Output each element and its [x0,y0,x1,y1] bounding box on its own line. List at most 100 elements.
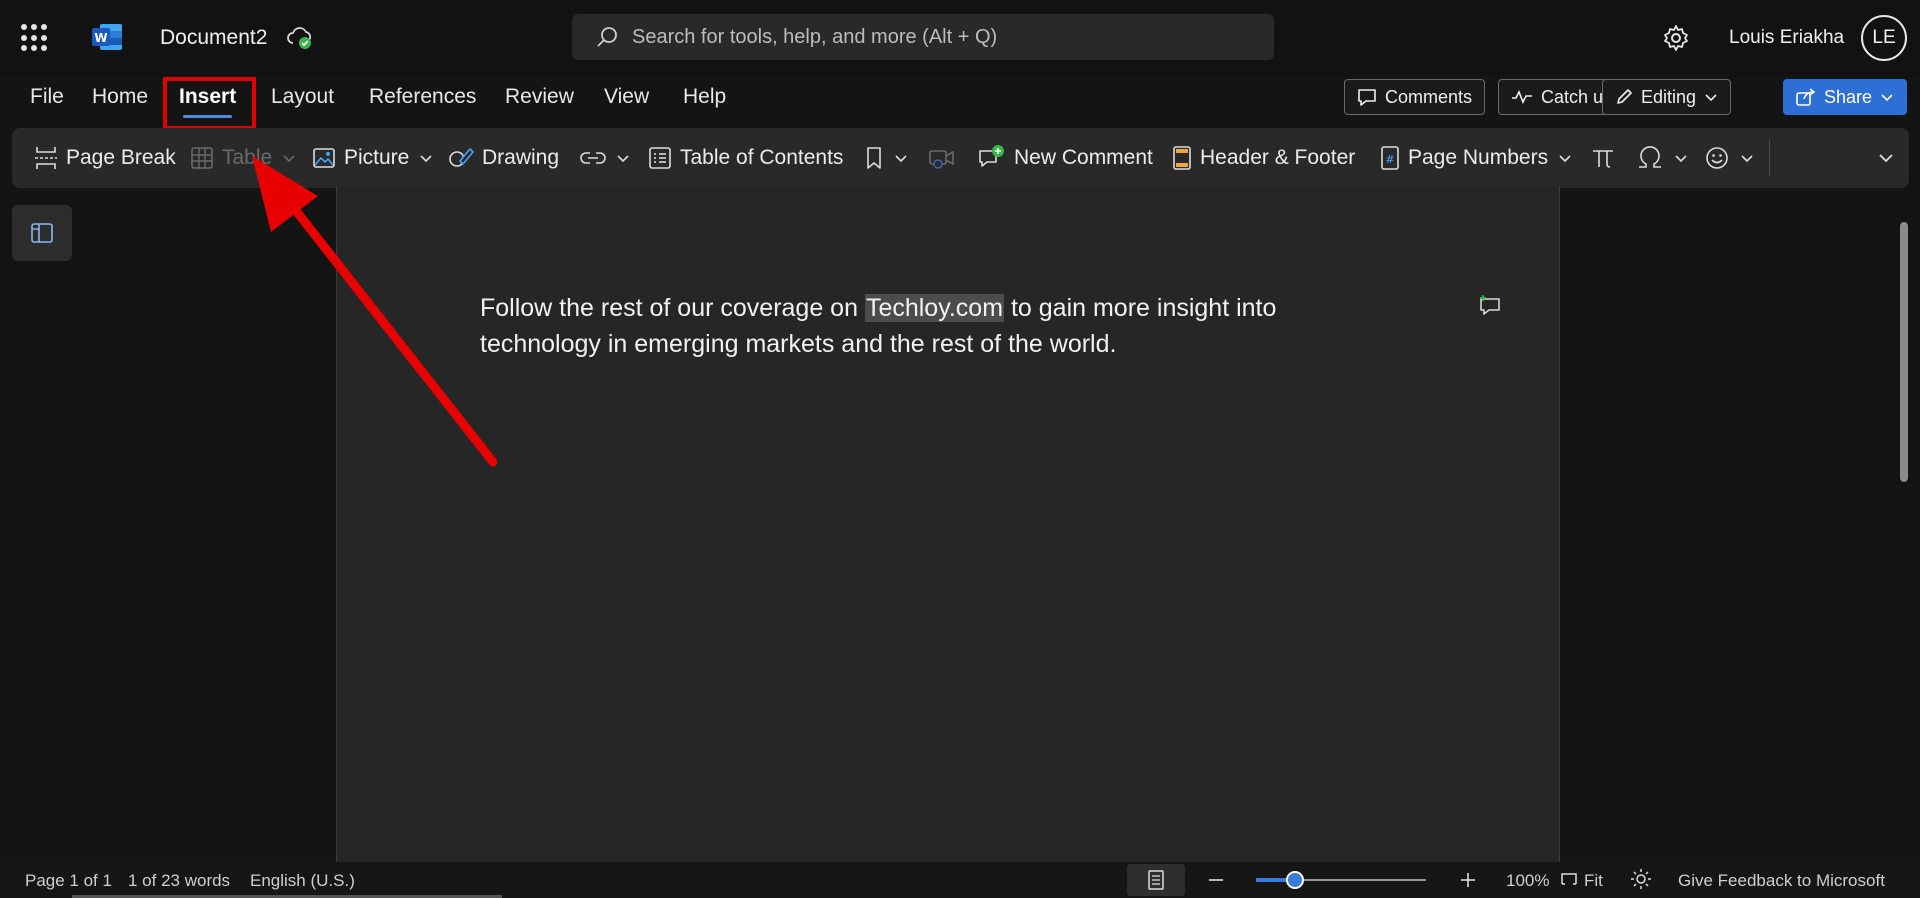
selected-link-text[interactable]: Techloy.com [864,294,1005,322]
chevron-down-icon [894,153,908,163]
ribbon-separator [1769,140,1770,176]
tab-view[interactable]: View [604,78,649,118]
table-label: Table [222,146,273,169]
chevron-down-icon [1558,153,1572,163]
print-layout-view-button[interactable] [1127,864,1185,896]
video-icon [928,147,956,169]
page-view-icon [1147,869,1165,891]
search-input[interactable] [632,25,1232,49]
word-logo-icon[interactable]: W [92,22,124,52]
cloud-saved-icon[interactable] [286,26,314,50]
app-launcher-icon[interactable] [21,24,49,52]
chevron-down-icon [282,153,296,163]
navigation-pane-icon [30,222,54,244]
share-label: Share [1824,86,1873,107]
language-indicator[interactable]: English (U.S.) [250,871,355,891]
pencil-icon [1615,88,1633,106]
svg-text:W: W [94,31,107,45]
vertical-scrollbar[interactable] [1900,222,1908,482]
drawing-icon [448,146,474,170]
tab-review[interactable]: Review [505,78,574,118]
editing-mode-button[interactable]: Editing [1602,79,1732,115]
pi-equation-icon [1590,146,1616,170]
editing-label: Editing [1641,86,1697,107]
chevron-down-icon [1740,153,1754,163]
share-icon [1796,88,1816,106]
page-break-label: Page Break [66,146,176,169]
page-numbers-button[interactable]: # Page Numbers [1380,128,1572,188]
tab-file[interactable]: File [30,78,64,118]
tab-layout[interactable]: Layout [271,78,334,118]
word-count[interactable]: 1 of 23 words [128,871,230,891]
settings-gear-icon[interactable] [1662,24,1690,52]
new-comment-icon [978,145,1006,171]
table-of-contents-label: Table of Contents [680,146,844,169]
fit-icon [1560,870,1578,888]
page-count[interactable]: Page 1 of 1 [25,871,112,891]
pulse-icon [1511,89,1533,105]
symbol-button[interactable] [1636,128,1688,188]
document-page[interactable]: Follow the rest of our coverage on Techl… [336,186,1560,862]
header-footer-button[interactable]: Header & Footer [1172,128,1355,188]
page-break-icon [34,145,58,171]
chevron-down-icon [1704,92,1718,102]
zoom-level[interactable]: 100% [1506,871,1549,891]
zoom-slider-thumb[interactable] [1286,871,1304,889]
link-button[interactable] [580,128,630,188]
paragraph-text-start: Follow the rest of our coverage on [480,294,865,322]
page-break-button[interactable]: Page Break [34,128,176,188]
add-comment-icon[interactable] [1477,294,1503,318]
header-footer-icon [1172,145,1192,171]
comments-button[interactable]: Comments [1344,79,1486,115]
share-button[interactable]: Share [1783,79,1907,115]
tab-help[interactable]: Help [683,78,726,118]
document-paragraph[interactable]: Follow the rest of our coverage on Techl… [480,290,1380,362]
give-feedback-link[interactable]: Give Feedback to Microsoft [1678,871,1885,891]
title-bar: W Document2 Louis Eriakha LE [0,0,1920,76]
svg-text:#: # [1385,153,1394,166]
page-number-icon: # [1380,145,1400,171]
comments-label: Comments [1385,86,1473,107]
table-of-contents-button[interactable]: Table of Contents [648,128,843,188]
page-numbers-label: Page Numbers [1408,146,1549,169]
fit-button[interactable]: Fit [1584,871,1603,891]
navigation-pane-button[interactable] [12,205,72,261]
tab-references[interactable]: References [369,78,476,118]
chevron-down-icon [419,153,433,163]
drawing-button[interactable]: Drawing [448,128,559,188]
status-bar: Page 1 of 1 1 of 23 words English (U.S.)… [0,862,1920,898]
chevron-down-icon [1880,92,1894,102]
equation-button[interactable] [1590,128,1616,188]
header-footer-label: Header & Footer [1200,146,1356,169]
table-button[interactable]: Table [190,128,296,188]
chevron-down-icon [1878,152,1894,164]
brightness-icon[interactable] [1630,868,1652,890]
insert-ribbon: Page Break Table Picture Drawing Table o… [12,128,1909,188]
zoom-out-icon[interactable] [1206,868,1226,888]
search-box[interactable] [572,14,1274,60]
omega-symbol-icon [1636,145,1664,171]
ribbon-expand-button[interactable] [1878,128,1894,188]
new-comment-label: New Comment [1014,146,1153,169]
new-comment-button[interactable]: New Comment [978,128,1153,188]
search-icon [596,26,618,48]
bookmark-icon [864,146,884,170]
picture-icon [312,146,336,170]
avatar[interactable]: LE [1861,15,1907,61]
picture-button[interactable]: Picture [312,128,433,188]
table-of-contents-icon [648,146,672,170]
tab-home[interactable]: Home [92,78,148,118]
emoji-button[interactable] [1704,128,1754,188]
chevron-down-icon [616,153,630,163]
comment-icon [1357,88,1377,106]
insert-tab-highlight-box [163,77,256,130]
smiley-icon [1704,145,1730,171]
table-icon [190,146,214,170]
user-name[interactable]: Louis Eriakha [1729,27,1844,49]
picture-label: Picture [344,146,410,169]
video-button[interactable] [928,128,956,188]
document-title[interactable]: Document2 [160,26,267,50]
chevron-down-icon [1674,153,1688,163]
zoom-in-icon[interactable] [1458,868,1478,890]
bookmark-button[interactable] [864,128,908,188]
